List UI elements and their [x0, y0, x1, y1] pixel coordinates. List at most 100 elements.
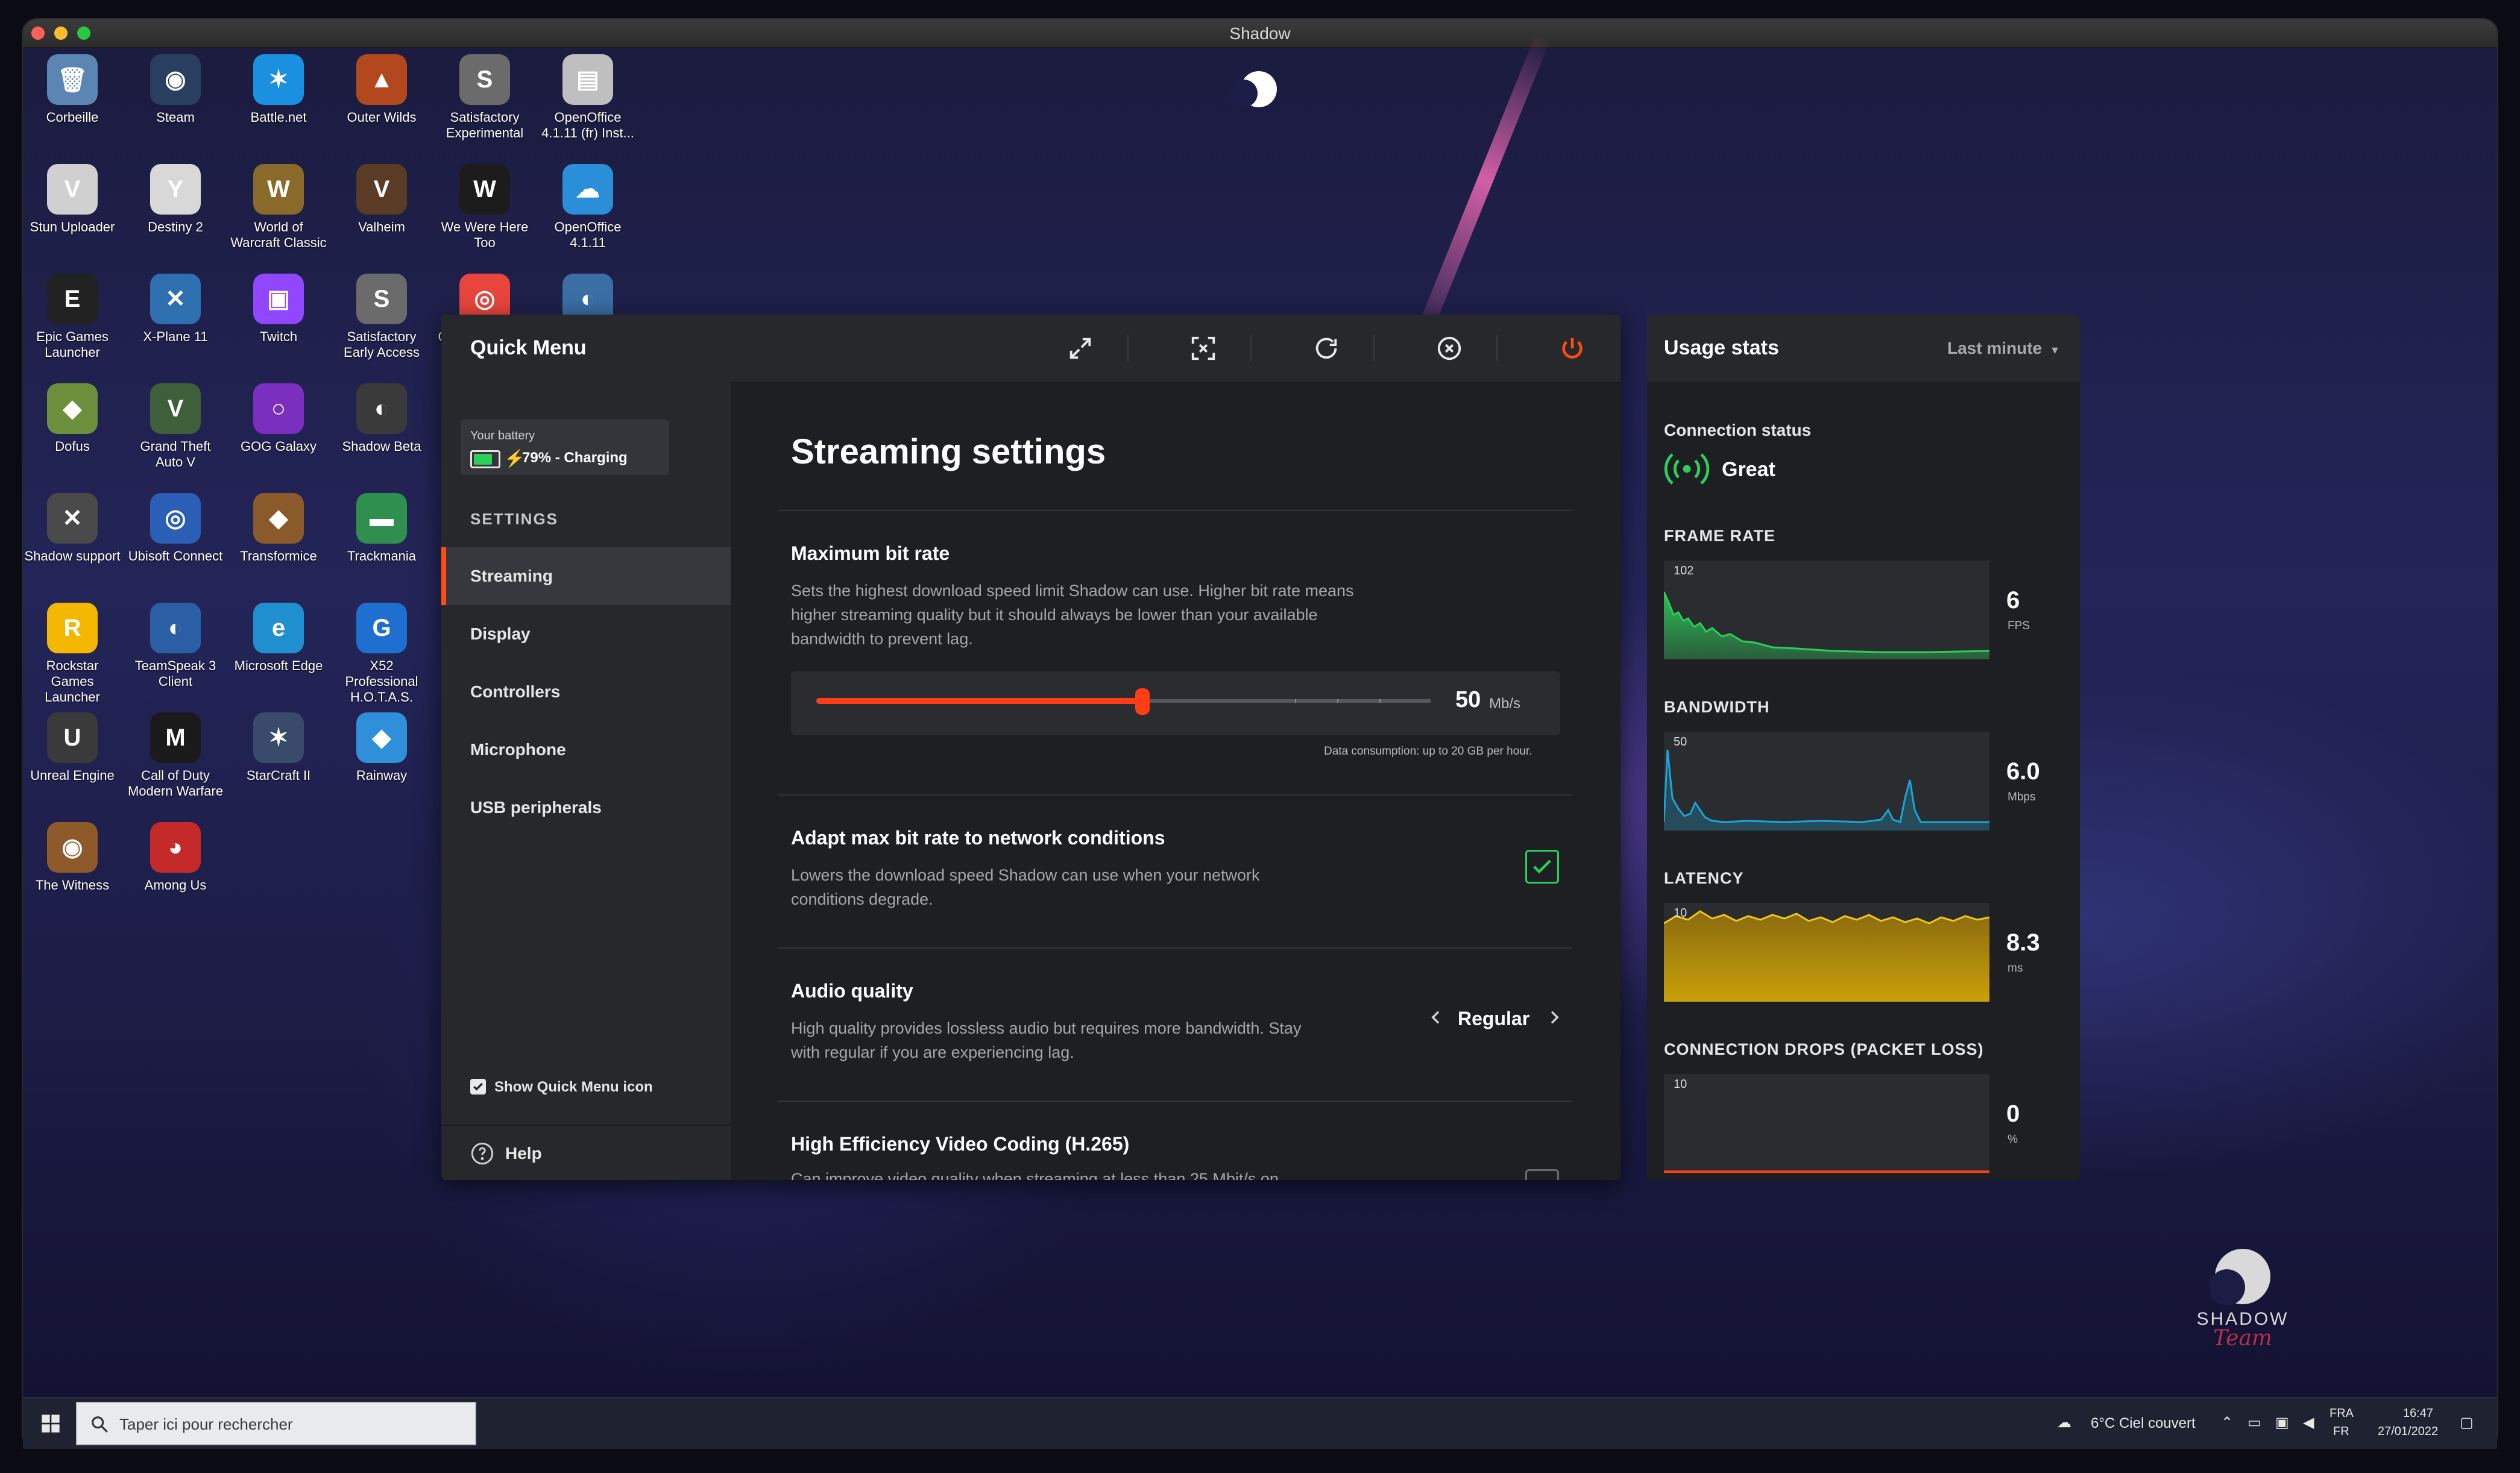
search-icon [92, 1416, 108, 1433]
show-quick-menu-icon-checkbox[interactable] [470, 1079, 486, 1095]
desktop-icon[interactable]: ◎ Ubisoft Connect [127, 493, 224, 564]
quick-menu-header: Quick Menu [441, 315, 1621, 383]
desktop-icon[interactable]: ✕ X-Plane 11 [127, 274, 224, 345]
desktop-icon[interactable]: ▣ Twitch [230, 274, 327, 345]
desktop-icon[interactable]: ▤ OpenOffice 4.1.11 (fr) Inst... [540, 54, 636, 141]
desktop-icon[interactable]: W World of Warcraft Classic [230, 164, 327, 251]
desktop-icon[interactable]: V Grand Theft Auto V [127, 383, 224, 470]
audio-quality-previous-button[interactable] [1426, 1008, 1446, 1030]
twitch-icon: ▣ [253, 274, 304, 324]
fullscreen-button[interactable] [1050, 329, 1110, 368]
sidebar-item-microphone[interactable]: Microphone [441, 721, 731, 779]
time-range-dropdown[interactable]: Last minute ▼ [1947, 339, 2060, 358]
tray-volume-icon[interactable]: ◀ [2303, 1414, 2314, 1431]
desktop-icon[interactable]: R Rockstar Games Launcher [24, 603, 121, 705]
desktop-icon[interactable]: U Unreal Engine [24, 712, 121, 784]
sidebar-item-streaming[interactable]: Streaming [441, 547, 731, 605]
latency-label: LATENCY [1664, 869, 1744, 887]
start-button[interactable] [41, 1414, 60, 1433]
desktop-icon[interactable]: ◉ The Witness [24, 822, 121, 893]
desktop-icon-label: Among Us [144, 878, 207, 893]
desktop-icon-label: Corbeille [46, 110, 99, 125]
desktop-icon[interactable]: Y Destiny 2 [127, 164, 224, 235]
fit-screen-button[interactable] [1173, 329, 1233, 368]
shadow-logo-icon [2209, 1249, 2270, 1305]
desktop-icon-label: Satisfactory Experimental [446, 110, 524, 140]
desktop-icon[interactable]: M Call of Duty Modern Warfare [127, 712, 224, 799]
desktop-icon[interactable]: ▬ Trackmania [333, 493, 430, 564]
adapt-bitrate-title: Adapt max bit rate to network conditions [791, 827, 1165, 849]
ubisoft-icon: ◎ [150, 493, 201, 544]
battlenet-icon: ✶ [253, 54, 304, 105]
desktop-icon-label: Trackmania [347, 548, 417, 564]
help-button[interactable] [470, 1142, 494, 1169]
desktop-icon[interactable]: e Microsoft Edge [230, 603, 327, 674]
desktop-icon[interactable]: ○ GOG Galaxy [230, 383, 327, 454]
satisfactory-icon: S [459, 54, 510, 105]
desktop-icon[interactable]: V Valheim [333, 164, 430, 235]
latency-value: 8.3 [2006, 929, 2040, 956]
desktop-icon-label: TeamSpeak 3 Client [134, 658, 216, 689]
desktop-icon[interactable]: ✶ Battle.net [230, 54, 327, 125]
desktop-icon-label: Epic Games Launcher [36, 329, 109, 360]
desktop-icon-label: Twitch [259, 329, 298, 344]
connection-drops-label: CONNECTION DROPS (PACKET LOSS) [1664, 1040, 1984, 1058]
desktop-icon[interactable]: ◉ Steam [127, 54, 224, 125]
bandwidth-unit: Mbps [2008, 791, 2036, 803]
sidebar-item-display[interactable]: Display [441, 605, 731, 663]
restart-stream-button[interactable] [1296, 329, 1356, 368]
desktop-icon[interactable]: ◆ Transformice [230, 493, 327, 564]
desktop-icon[interactable]: ✶ StarCraft II [230, 712, 327, 784]
usage-stats-header: Usage stats Last minute ▼ [1647, 315, 2080, 382]
desktop-icon[interactable]: ✕ Shadow support [24, 493, 121, 564]
desktop-icon[interactable]: ◆ Rainway [333, 712, 430, 784]
checkmark-icon [1533, 859, 1551, 874]
weather-cloud-icon: ☁ [2057, 1415, 2071, 1431]
tray-display-icon[interactable]: ▣ [2275, 1414, 2289, 1431]
usage-stats-panel: Usage stats Last minute ▼ Connection sta… [1647, 315, 2080, 1180]
help-label[interactable]: Help [505, 1144, 542, 1163]
notification-center-icon[interactable]: ▢ [2460, 1414, 2474, 1431]
desktop-icon[interactable]: V Stun Uploader [24, 164, 121, 235]
desktop-icon[interactable]: S Satisfactory Early Access [333, 274, 430, 360]
lang-bottom[interactable]: FR [2333, 1425, 2349, 1439]
sidebar-item-usb-peripherals[interactable]: USB peripherals [441, 779, 731, 837]
tray-network-icon[interactable]: ▭ [2248, 1414, 2261, 1431]
lang-top[interactable]: FRA [2329, 1407, 2354, 1421]
desktop-icon[interactable]: ◆ Dofus [24, 383, 121, 454]
hevc-checkbox[interactable] [1525, 1169, 1559, 1180]
adapt-bitrate-checkbox[interactable] [1525, 850, 1559, 884]
rockstar-icon: R [47, 603, 98, 653]
clock-time[interactable]: 16:47 [2403, 1407, 2433, 1421]
power-button[interactable] [1542, 329, 1602, 368]
bandwidth-label: BANDWIDTH [1664, 698, 1770, 716]
desktop-icon[interactable]: ◐ Shadow Beta [333, 383, 430, 454]
desktop-icon[interactable]: E Epic Games Launcher [24, 274, 121, 360]
audio-quality-next-button[interactable] [1545, 1008, 1564, 1030]
fit-screen-icon [1191, 336, 1215, 360]
desktop-icon-label: Ubisoft Connect [128, 548, 223, 564]
openoffice-icon: ☁ [562, 164, 613, 215]
weather-text[interactable]: 6°C Ciel couvert [2091, 1415, 2196, 1432]
desktop-icon[interactable]: G X52 Professional H.O.T.A.S. [333, 603, 430, 705]
desktop-icon[interactable]: 🗑 Corbeille [24, 54, 121, 125]
power-icon [1562, 338, 1583, 359]
close-quick-menu-button[interactable] [1419, 329, 1479, 368]
connection-drops-unit: % [2008, 1133, 2018, 1146]
desktop-icon[interactable]: ◐ TeamSpeak 3 Client [127, 603, 224, 689]
section-divider [778, 947, 1572, 949]
battery-value: 79% - Charging [522, 450, 628, 466]
chevron-up-icon[interactable]: ⌃ [2221, 1414, 2233, 1431]
desktop-icon[interactable]: S Satisfactory Experimental [436, 54, 533, 141]
desktop-icon[interactable]: W We Were Here Too [436, 164, 533, 251]
sidebar-item-controllers[interactable]: Controllers [441, 663, 731, 721]
desktop-icon[interactable]: ☁ OpenOffice 4.1.11 [540, 164, 636, 251]
close-circle-icon [1437, 336, 1461, 360]
desktop-icon[interactable]: ◕ Among Us [127, 822, 224, 893]
slider-tick [1295, 699, 1296, 703]
bitrate-slider-handle[interactable] [1135, 688, 1150, 715]
windows-taskbar: Taper ici pour rechercher ☁ 6°C Ciel cou… [23, 1397, 2497, 1449]
taskbar-search-box[interactable]: Taper ici pour rechercher [76, 1402, 476, 1445]
desktop-icon[interactable]: ▲ Outer Wilds [333, 54, 430, 125]
clock-date[interactable]: 27/01/2022 [2378, 1425, 2438, 1439]
